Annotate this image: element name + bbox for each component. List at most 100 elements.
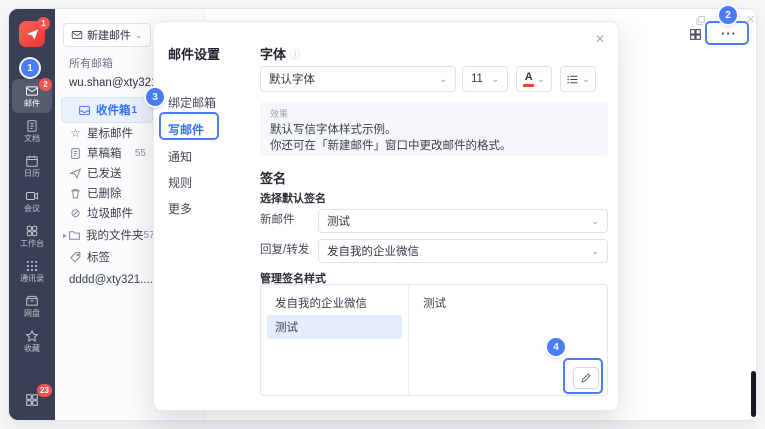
- font-size-select[interactable]: 11 ⌄: [462, 66, 508, 92]
- list-format-button[interactable]: ⌄: [560, 66, 596, 92]
- rail-item-favorites[interactable]: 收藏: [12, 324, 52, 358]
- star-icon: [25, 329, 39, 343]
- folder-starred[interactable]: ☆ 星标邮件: [61, 122, 153, 144]
- document-icon: [25, 119, 39, 133]
- folder-label: 标签: [87, 249, 110, 265]
- font-section-heading: 字体 ⓘ: [260, 44, 300, 63]
- annotation-box-compose-tab: [159, 112, 219, 140]
- font-color-glyph: A: [523, 72, 534, 87]
- chevron-down-icon: ⌄: [537, 75, 545, 84]
- reply-signature-select[interactable]: 发自我的企业微信 ⌄: [318, 239, 608, 263]
- folder-my-folders[interactable]: ▸ 我的文件夹 572: [61, 224, 153, 246]
- new-mail-signature-select[interactable]: 测试 ⌄: [318, 209, 608, 233]
- rail-item-label: 文档: [24, 135, 40, 143]
- folder-deleted[interactable]: 已删除: [61, 182, 153, 204]
- rail-item-contacts[interactable]: 通讯录: [12, 254, 52, 288]
- chevron-down-icon: ⌄: [591, 217, 599, 226]
- bottom-notification-badge: 23: [37, 384, 52, 397]
- signature-item[interactable]: 发自我的企业微信: [267, 291, 402, 315]
- chevron-down-icon: ⌄: [591, 247, 599, 256]
- chevron-down-icon: ⌄: [491, 75, 499, 84]
- rail-item-label: 会议: [24, 205, 40, 213]
- chevron-down-icon: ⌄: [439, 75, 447, 84]
- settings-tab-rules[interactable]: 规则: [168, 172, 192, 192]
- font-preview-panel: 效果 默认写信字体样式示例。 你还可在「新建邮件」窗口中更改邮件的格式。: [260, 102, 608, 156]
- settings-tab-bind-mailbox[interactable]: 绑定邮箱: [168, 92, 216, 112]
- rail-item-mail[interactable]: 邮件 2: [12, 79, 52, 113]
- compose-label: 新建邮件: [87, 27, 131, 43]
- folder-group-all-mailboxes[interactable]: 所有邮箱: [69, 55, 113, 71]
- rail-item-calendar[interactable]: 日历: [12, 149, 52, 183]
- list-icon: [566, 73, 579, 86]
- settings-tab-more[interactable]: 更多: [168, 198, 192, 218]
- account-label: dddd@xty321....: [69, 274, 153, 286]
- annotation-box-more-button: [705, 21, 749, 45]
- folder-icon: [68, 229, 81, 242]
- rail-item-drive[interactable]: 网盘: [12, 289, 52, 323]
- annotation-badge-4: 4: [547, 338, 565, 356]
- folder-inbox[interactable]: 收件箱 1: [61, 97, 153, 123]
- signature-item-selected[interactable]: 测试: [267, 315, 402, 339]
- trash-icon: [69, 187, 82, 200]
- draft-icon: [69, 147, 82, 160]
- preview-label: 效果: [270, 109, 598, 119]
- annotation-badge-2: 2: [719, 6, 737, 24]
- rail-item-workbench[interactable]: 工作台: [12, 219, 52, 253]
- font-family-select[interactable]: 默认字体 ⌄: [260, 66, 456, 92]
- annotation-badge-1: 1: [21, 59, 39, 77]
- new-mail-label: 新邮件: [260, 208, 295, 232]
- modal-close-button[interactable]: ✕: [595, 32, 605, 46]
- folder-label: 我的文件夹: [86, 227, 144, 243]
- expand-arrow-icon[interactable]: ▸: [63, 231, 67, 240]
- color-letter: A: [525, 72, 533, 83]
- logo-plane-icon: [25, 27, 40, 42]
- signature-preview-text: 测试: [423, 295, 446, 311]
- font-heading-text: 字体: [260, 44, 286, 63]
- color-swatch: [523, 84, 534, 87]
- folder-label: 收件箱: [96, 102, 131, 118]
- folder-label: 已发送: [87, 165, 122, 181]
- drive-icon: [25, 294, 39, 308]
- mail-icon: [25, 84, 39, 98]
- star-icon: ☆: [69, 127, 82, 139]
- folder-drafts[interactable]: 草稿箱 55: [61, 142, 153, 164]
- draft-count: 55: [135, 148, 153, 159]
- grid-icon: [689, 28, 702, 41]
- folder-tags[interactable]: 标签: [61, 246, 153, 268]
- rail-item-label: 通讯录: [20, 275, 44, 283]
- signature-heading-text: 签名: [260, 168, 286, 187]
- layout-grid-button[interactable]: [689, 28, 702, 41]
- font-size-value: 11: [471, 73, 483, 85]
- rail-item-label: 工作台: [20, 240, 44, 248]
- video-icon: [25, 189, 39, 203]
- info-icon: ⓘ: [290, 46, 300, 61]
- settings-tab-notifications[interactable]: 通知: [168, 146, 192, 166]
- inbox-icon: [78, 104, 91, 117]
- rail-item-meeting[interactable]: 会议: [12, 184, 52, 218]
- app-logo[interactable]: 1: [19, 21, 45, 47]
- folder-sent[interactable]: 已发送: [61, 162, 153, 184]
- rail-bottom-app[interactable]: 23: [9, 392, 55, 408]
- font-family-value: 默认字体: [269, 71, 315, 87]
- rail-item-label: 收藏: [24, 345, 40, 353]
- folder-spam[interactable]: ⊘ 垃圾邮件: [61, 202, 153, 224]
- annotation-box-edit-button: [563, 358, 603, 394]
- unread-count: 1: [131, 105, 144, 116]
- mail-unread-badge: 2: [39, 78, 52, 91]
- sent-icon: [69, 167, 82, 180]
- contacts-icon: [25, 259, 39, 273]
- signature-section-heading: 签名: [260, 168, 286, 187]
- rail-item-label: 邮件: [24, 100, 40, 108]
- compose-button[interactable]: 新建邮件 ⌄: [63, 23, 151, 47]
- folder-label: 星标邮件: [87, 125, 133, 141]
- blocked-icon: ⊘: [69, 207, 82, 219]
- preview-sample-line: 默认写信字体样式示例。: [270, 122, 598, 138]
- rail-item-label: 网盘: [24, 310, 40, 318]
- rail-item-docs[interactable]: 文档: [12, 114, 52, 148]
- reply-signature-value: 发自我的企业微信: [327, 243, 419, 259]
- chevron-down-icon: ⌄: [582, 75, 590, 84]
- scrollbar-thumb[interactable]: [751, 371, 756, 417]
- app-window: 1 邮件 2 文档 日历 会议 工作台: [8, 8, 757, 421]
- folder-label: 垃圾邮件: [87, 205, 133, 221]
- font-color-button[interactable]: A ⌄: [516, 66, 552, 92]
